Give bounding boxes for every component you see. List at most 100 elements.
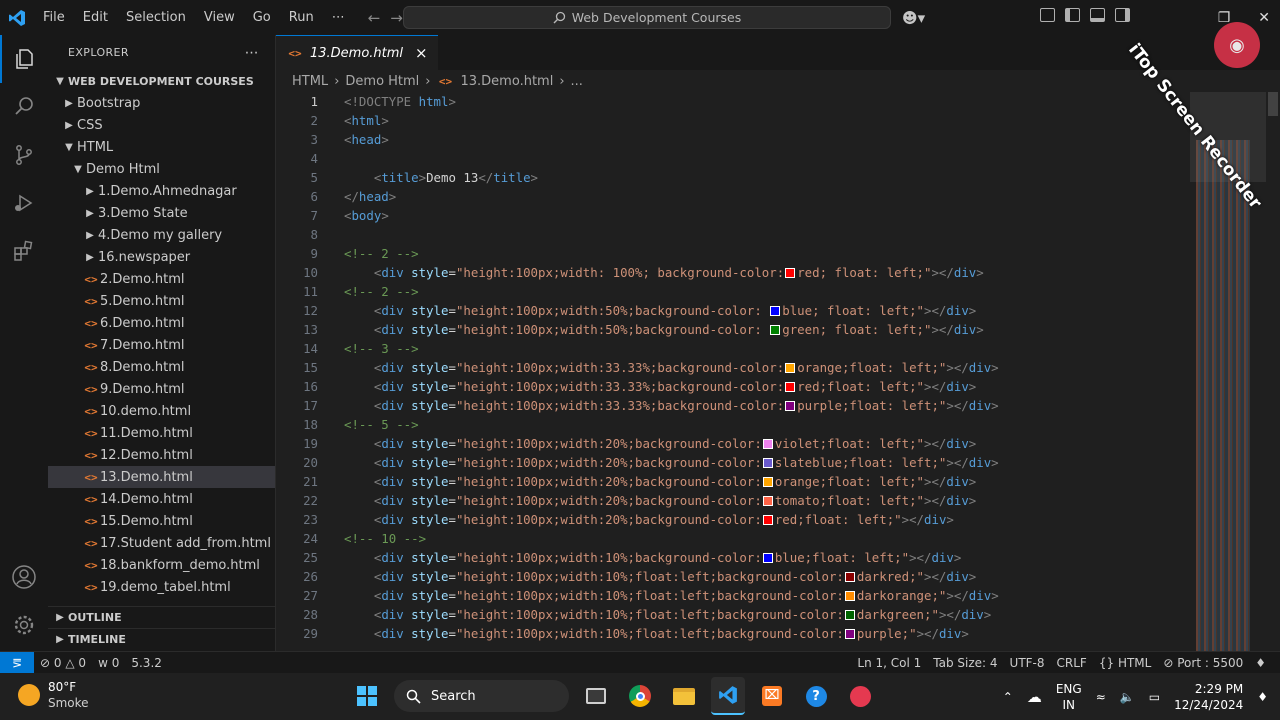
- color-swatch[interactable]: [762, 553, 773, 563]
- timeline-section[interactable]: ▶ TIMELINE: [48, 628, 276, 650]
- language-indicator[interactable]: ENG IN: [1056, 681, 1082, 713]
- code-line[interactable]: 27 <div style="height:100px;width:10%;fl…: [276, 586, 1190, 605]
- weather-widget[interactable]: 80°F Smoke: [18, 679, 89, 711]
- tree-file[interactable]: <> 2.Demo.html: [48, 268, 275, 290]
- color-swatch[interactable]: [762, 458, 773, 468]
- tree-file[interactable]: <> 12.Demo.html: [48, 444, 275, 466]
- menu-item[interactable]: ⋯: [323, 0, 354, 35]
- toggle-panel-icon[interactable]: [1090, 8, 1105, 22]
- color-swatch[interactable]: [762, 439, 773, 449]
- breadcrumb-item[interactable]: HTML: [292, 74, 328, 89]
- tree-folder[interactable]: ▶ 1.Demo.Ahmednagar: [48, 180, 275, 202]
- color-swatch[interactable]: [762, 515, 773, 525]
- color-swatch[interactable]: [844, 572, 855, 582]
- back-arrow-icon[interactable]: ←: [368, 9, 381, 27]
- code-line[interactable]: 16 <div style="height:100px;width:33.33%…: [276, 377, 1190, 396]
- explorer-icon[interactable]: [0, 35, 48, 83]
- color-swatch[interactable]: [762, 477, 773, 487]
- menu-item[interactable]: Selection: [117, 0, 195, 35]
- onedrive-icon[interactable]: ☁: [1027, 688, 1042, 706]
- code-line[interactable]: 8: [276, 225, 1190, 244]
- clock[interactable]: 2:29 PM 12/24/2024: [1174, 681, 1243, 713]
- tree-file[interactable]: <> 6.Demo.html: [48, 312, 275, 334]
- tree-file[interactable]: <> 5.Demo.html: [48, 290, 275, 312]
- encoding[interactable]: UTF-8: [1004, 656, 1051, 670]
- customize-layout-icon[interactable]: [1040, 8, 1055, 22]
- breadcrumb-item[interactable]: 13.Demo.html: [461, 74, 554, 89]
- code-line[interactable]: 11 <!-- 2 -->: [276, 282, 1190, 301]
- color-swatch[interactable]: [844, 610, 855, 620]
- command-center-search[interactable]: Web Development Courses: [403, 6, 891, 29]
- battery-icon[interactable]: ▭: [1149, 690, 1160, 704]
- code-line[interactable]: 7 <body>: [276, 206, 1190, 225]
- tree-file[interactable]: <> 13.Demo.html: [48, 466, 275, 488]
- tree-file[interactable]: <> 11.Demo.html: [48, 422, 275, 444]
- language-mode[interactable]: {} HTML: [1093, 656, 1158, 670]
- code-line[interactable]: 25 <div style="height:100px;width:10%;ba…: [276, 548, 1190, 567]
- remote-indicator-icon[interactable]: ⪚: [0, 651, 34, 674]
- tree-folder[interactable]: ▼ HTML: [48, 136, 275, 158]
- tree-folder[interactable]: ▶ 4.Demo my gallery: [48, 224, 275, 246]
- forward-arrow-icon[interactable]: →: [390, 9, 403, 27]
- code-line[interactable]: 13 <div style="height:100px;width:50%;ba…: [276, 320, 1190, 339]
- code-line[interactable]: 12 <div style="height:100px;width:50%;ba…: [276, 301, 1190, 320]
- code-line[interactable]: 1 <!DOCTYPE html>: [276, 92, 1190, 111]
- color-swatch[interactable]: [844, 591, 855, 601]
- code-line[interactable]: 22 <div style="height:100px;width:20%;ba…: [276, 491, 1190, 510]
- accounts-icon[interactable]: [0, 553, 48, 601]
- help-icon[interactable]: ?: [799, 677, 833, 715]
- copilot-icon[interactable]: ☻▾: [902, 9, 925, 27]
- tree-file[interactable]: <> 14.Demo.html: [48, 488, 275, 510]
- notification-bell-icon[interactable]: ♦: [1257, 690, 1268, 704]
- file-explorer-icon[interactable]: [667, 677, 701, 715]
- cursor-position[interactable]: Ln 1, Col 1: [851, 656, 927, 670]
- tree-folder[interactable]: ▶ Bootstrap: [48, 92, 275, 114]
- code-line[interactable]: 19 <div style="height:100px;width:20%;ba…: [276, 434, 1190, 453]
- code-line[interactable]: 10 <div style="height:100px;width: 100%;…: [276, 263, 1190, 282]
- outline-section[interactable]: ▶ OUTLINE: [48, 606, 276, 628]
- color-swatch[interactable]: [785, 268, 796, 278]
- tab-13-demo-html[interactable]: <> 13.Demo.html ×: [276, 35, 438, 70]
- breadcrumb-item[interactable]: Demo Html: [345, 74, 419, 89]
- taskbar-search[interactable]: Search: [394, 680, 569, 712]
- code-line[interactable]: 26 <div style="height:100px;width:10%;fl…: [276, 567, 1190, 586]
- code-line[interactable]: 20 <div style="height:100px;width:20%;ba…: [276, 453, 1190, 472]
- tree-folder[interactable]: ▶ 16.newspaper: [48, 246, 275, 268]
- menu-item[interactable]: Go: [244, 0, 280, 35]
- code-line[interactable]: 18 <!-- 5 -->: [276, 415, 1190, 434]
- wifi-icon[interactable]: ≈: [1096, 690, 1106, 704]
- code-line[interactable]: 28 <div style="height:100px;width:10%;fl…: [276, 605, 1190, 624]
- menu-item[interactable]: Run: [280, 0, 323, 35]
- menu-item[interactable]: File: [34, 0, 74, 35]
- code-line[interactable]: 15 <div style="height:100px;width:33.33%…: [276, 358, 1190, 377]
- xampp-icon[interactable]: ⌧: [755, 677, 789, 715]
- tree-file[interactable]: <> 8.Demo.html: [48, 356, 275, 378]
- breadcrumb-item[interactable]: ...: [571, 74, 583, 89]
- menu-item[interactable]: View: [195, 0, 244, 35]
- tree-file[interactable]: <> 9.Demo.html: [48, 378, 275, 400]
- code-editor[interactable]: 1 <!DOCTYPE html> 2 <html> 3 <head> 4 5 <title>…: [276, 92, 1190, 651]
- start-windows-icon[interactable]: [350, 677, 384, 715]
- search-icon[interactable]: [0, 83, 48, 131]
- code-line[interactable]: 5 <title>Demo 13</title>: [276, 168, 1190, 187]
- screen-recorder-icon[interactable]: [843, 677, 877, 715]
- run-debug-icon[interactable]: [0, 179, 48, 227]
- toggle-secondary-sidebar-icon[interactable]: [1115, 8, 1130, 22]
- notifications-bell-icon[interactable]: ♦: [1249, 656, 1272, 670]
- code-line[interactable]: 14 <!-- 3 -->: [276, 339, 1190, 358]
- close-window-icon[interactable]: ✕: [1258, 10, 1270, 26]
- ports-indicator[interactable]: w 0: [92, 656, 125, 670]
- manage-gear-icon[interactable]: [0, 601, 48, 649]
- tree-folder[interactable]: ▶ CSS: [48, 114, 275, 136]
- tree-file[interactable]: <> 17.Student add_from.html: [48, 532, 275, 554]
- code-line[interactable]: 23 <div style="height:100px;width:20%;ba…: [276, 510, 1190, 529]
- chrome-icon[interactable]: [623, 677, 657, 715]
- code-line[interactable]: 21 <div style="height:100px;width:20%;ba…: [276, 472, 1190, 491]
- live-server-port[interactable]: ⊘ Port : 5500: [1157, 656, 1249, 670]
- toggle-primary-sidebar-icon[interactable]: [1065, 8, 1080, 22]
- code-line[interactable]: 6 </head>: [276, 187, 1190, 206]
- vscode-taskbar-icon[interactable]: [711, 677, 745, 715]
- scrollbar-thumb[interactable]: [1268, 92, 1278, 116]
- tree-folder[interactable]: ▼ Demo Html: [48, 158, 275, 180]
- tree-file[interactable]: <> 15.Demo.html: [48, 510, 275, 532]
